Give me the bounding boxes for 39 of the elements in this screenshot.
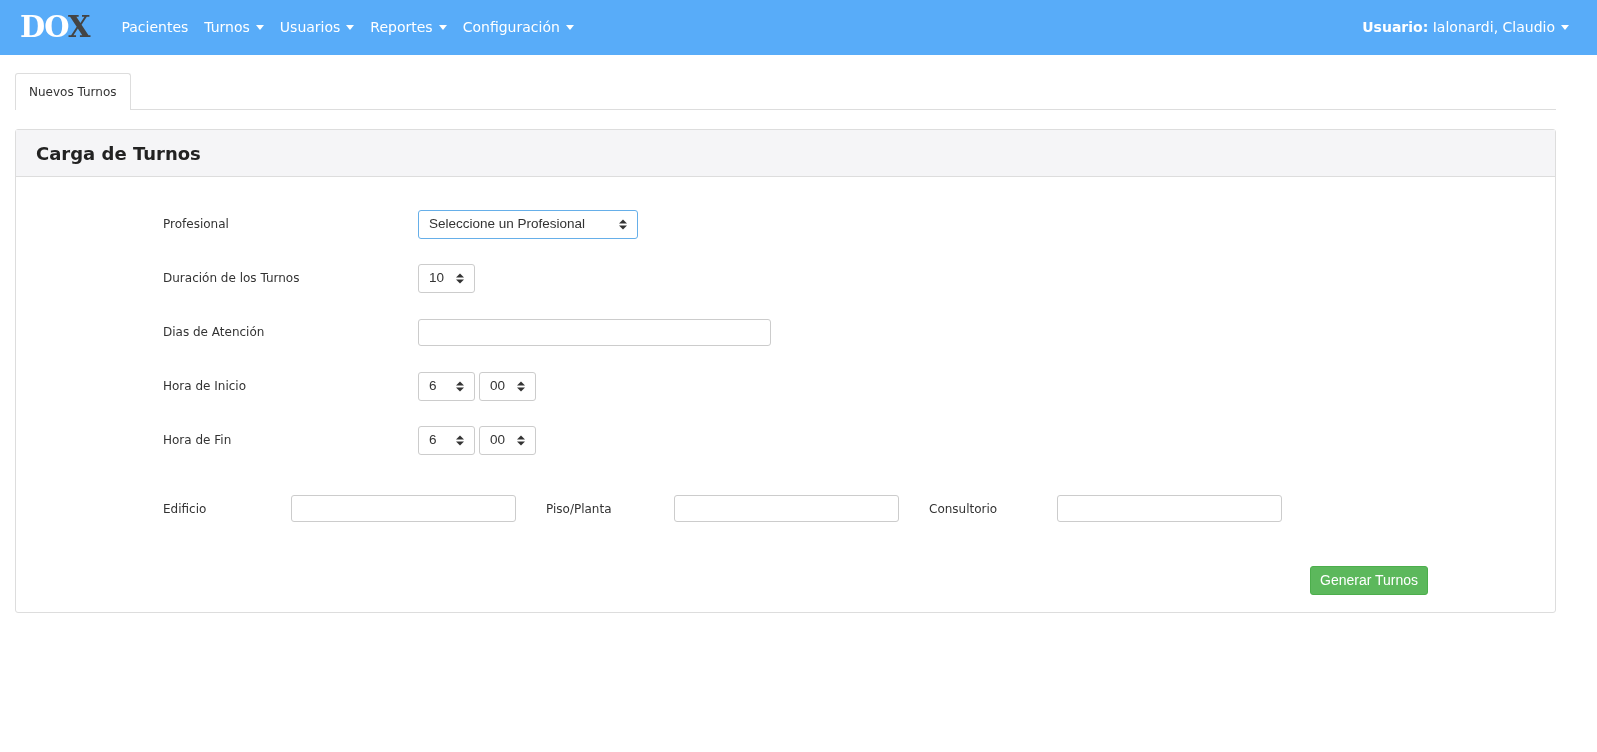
sort-arrows-icon [517,380,526,392]
input-field[interactable] [291,495,516,522]
select-field[interactable]: 6 [418,425,475,455]
input-field[interactable] [674,495,899,522]
field-label: Edificio [163,500,208,518]
caret-icon [255,25,264,30]
select-field[interactable]: 00 [479,371,537,401]
input-field[interactable] [1057,495,1282,522]
logo[interactable]: DOX [20,13,90,42]
caret-icon [346,25,355,30]
nav-link[interactable]: Reportes [362,17,455,38]
caret-icon [1561,25,1569,30]
sort-arrows-icon [456,272,465,284]
caret-icon [438,25,447,30]
field-label: Hora de Fin [163,432,233,449]
sort-arrows-icon [517,434,526,446]
caret-icon [565,25,574,30]
sort-arrows-icon [619,218,627,230]
nav-link[interactable]: Configuración [454,17,582,38]
generate-button[interactable]: Generar Turnos [1310,566,1429,595]
nav-link[interactable]: Turnos [196,17,272,38]
field-label: Consultorio [929,500,999,518]
field-label: Piso/Planta [546,500,613,518]
field-label: Hora de Inicio [163,378,248,395]
select-field[interactable]: Seleccione un Profesional [418,209,638,239]
field-label: Dias de Atención [163,324,266,341]
field-label: Duración de los Turnos [163,270,301,287]
select-field[interactable]: 10 [418,263,476,293]
input-field[interactable] [418,318,771,346]
sort-arrows-icon [456,434,464,446]
nav-link[interactable]: Pacientes [113,17,197,38]
sort-arrows-icon [456,380,464,392]
panel-title: Carga de Turnos [36,141,201,166]
nav-link[interactable]: Usuarios [271,17,363,38]
user-menu[interactable]: Usuario: Ialonardi, Claudio [1354,17,1577,38]
tab[interactable]: Nuevos Turnos [15,73,131,110]
select-field[interactable]: 6 [418,371,475,401]
field-label: Profesional [163,216,230,233]
select-field[interactable]: 00 [479,425,537,455]
